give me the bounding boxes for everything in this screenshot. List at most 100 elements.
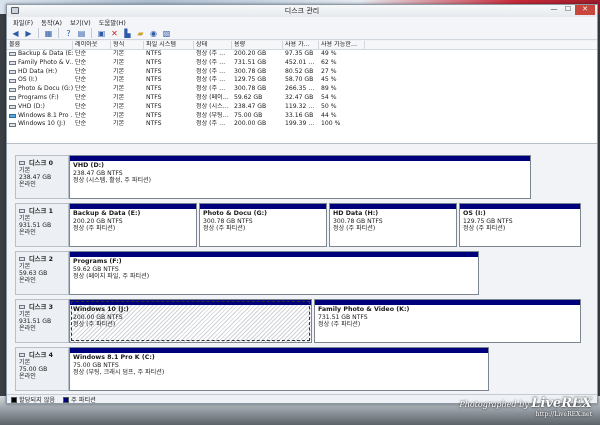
partition[interactable]: HD Data (H:) 300.78 GB NTFS 정상 (주 파티션): [329, 203, 457, 247]
menu-action[interactable]: 동작(A): [37, 18, 66, 27]
partition-size: 200.00 GB NTFS: [73, 314, 123, 321]
menu-help[interactable]: 도움말(H): [95, 18, 130, 27]
column-header-filesystem[interactable]: 파일 시스템: [144, 41, 194, 49]
volume-cell-status: 정상 (주 …: [196, 58, 226, 66]
volume-row[interactable]: Windows 10 (J:) 단순 기본 NTFS 정상 (주 … 200.00 GB 1…: [7, 120, 597, 129]
column-header-type[interactable]: 형식: [111, 41, 144, 49]
volume-cell-fs: NTFS: [146, 120, 162, 128]
volume-drive-icon: [9, 113, 16, 118]
legend-item: 주 파티션: [63, 395, 96, 403]
disk-size: 59.63 GB: [19, 270, 48, 277]
volume-cell-free: 199.39 …: [285, 120, 315, 128]
volume-cell-name: Windows 8.1 Pro …: [7, 112, 73, 121]
legend-item: 할당되지 않음: [11, 395, 56, 404]
volume-cell-free: 119.32 …: [285, 102, 315, 110]
volume-drive-icon: [9, 52, 16, 57]
disk-row: 디스크 1 기본 931.51 GB 온라인 Backup & Data (E:…: [15, 203, 589, 247]
properties-icon[interactable]: ▤: [76, 28, 87, 39]
help-icon[interactable]: ?: [63, 28, 74, 39]
volume-row[interactable]: VHD (D:) 단순 기본 NTFS 정상 (시스… 238.47 GB 119.32 ……: [7, 103, 597, 112]
open-icon[interactable]: ▙: [122, 28, 133, 39]
disk-state: 온라인: [19, 325, 36, 332]
column-header-percent-free[interactable]: 사용 가능한…: [319, 41, 365, 49]
search-icon[interactable]: ◉: [148, 28, 159, 39]
volume-cell-type: 기본: [113, 67, 125, 75]
menu-file[interactable]: 파일(F): [9, 18, 37, 27]
partition[interactable]: Windows 8.1 Pro K (C:) 75.00 GB NTFS 정상 …: [69, 347, 489, 391]
partition[interactable]: Programs (F:) 59.62 GB NTFS 정상 (페이지 파일, …: [69, 251, 479, 295]
volume-cell-fs: NTFS: [146, 102, 162, 110]
volume-cell-pct: 89 %: [321, 85, 337, 93]
column-header-volume[interactable]: 볼륨: [7, 41, 73, 49]
volume-cell-layout: 단순: [75, 120, 87, 128]
minimize-button[interactable]: —: [547, 5, 561, 15]
volume-cell-layout: 단순: [75, 111, 87, 119]
volume-drive-icon: [9, 96, 16, 101]
volume-cell-fs: NTFS: [146, 50, 162, 57]
volume-cell-fs: NTFS: [146, 111, 162, 119]
disk-label[interactable]: 디스크 1 기본 931.51 GB 온라인: [15, 203, 69, 247]
disk-label[interactable]: 디스크 4 기본 75.00 GB 온라인: [15, 347, 69, 391]
disk-partitions: Windows 10 (J:) 200.00 GB NTFS 정상 (주 파티션…: [69, 299, 589, 343]
volume-row[interactable]: HD Data (H:) 단순 기본 NTFS 정상 (주 … 300.78 GB 80.5…: [7, 68, 597, 77]
back-icon[interactable]: ◀: [10, 28, 21, 39]
volume-cell-pct: 44 %: [321, 111, 337, 119]
disk-label[interactable]: 디스크 0 기본 238.47 GB 온라인: [15, 155, 69, 199]
volume-row[interactable]: OS (I:) 단순 기본 NTFS 정상 (주 … 129.75 GB 58.70 GB 4…: [7, 76, 597, 85]
volume-row[interactable]: Family Photo & V… 단순 기본 NTFS 정상 (주 … 731.51 G…: [7, 59, 597, 68]
maximize-button[interactable]: ☐: [561, 5, 575, 15]
volume-cell-type: 기본: [113, 85, 125, 93]
partition-status: 정상 (주 파티션): [73, 225, 116, 232]
partition-status: 정상 (주 파티션): [203, 225, 246, 232]
volume-row[interactable]: Windows 8.1 Pro … 단순 기본 NTFS 정상 (부팅… 75.00 GB…: [7, 112, 597, 121]
partition[interactable]: Family Photo & Video (K:) 731.51 GB NTFS…: [314, 299, 581, 343]
volume-cell-layout: 단순: [75, 58, 87, 66]
volume-cell-layout: 단순: [75, 93, 87, 101]
column-header-capacity[interactable]: 용량: [232, 41, 283, 49]
volume-row[interactable]: Photo & Docu (G:) 단순 기본 NTFS 정상 (주 … 300.78 G…: [7, 85, 597, 94]
disk-state: 온라인: [19, 277, 36, 284]
disk-label[interactable]: 디스크 3 기본 931.51 GB 온라인: [15, 299, 69, 343]
column-header-status[interactable]: 상태: [194, 41, 232, 49]
volume-cell-pct: 49 %: [321, 50, 337, 57]
volume-cell-status: 정상 (주 …: [196, 50, 226, 57]
partition-size: 731.51 GB NTFS: [318, 314, 368, 321]
partition-name: Backup & Data (E:): [73, 210, 141, 217]
partition[interactable]: OS (I:) 129.75 GB NTFS 정상 (주 파티션): [459, 203, 581, 247]
volume-cell-fs: NTFS: [146, 67, 162, 75]
partition-selected[interactable]: Windows 10 (J:) 200.00 GB NTFS 정상 (주 파티션…: [69, 299, 312, 343]
partition-size: 59.62 GB NTFS: [73, 266, 119, 273]
partition-status: 정상 (부팅, 크래시 덤프, 주 파티션): [73, 369, 165, 376]
explore-icon[interactable]: ▰: [135, 28, 146, 39]
partition-size: 300.78 GB NTFS: [333, 218, 383, 225]
volume-name: OS (I:): [18, 76, 38, 84]
partition[interactable]: VHD (D:) 238.47 GB NTFS 정상 (시스템, 활성, 주 파…: [69, 155, 531, 199]
column-header-layout[interactable]: 레이아웃: [73, 41, 111, 49]
properties-page-icon[interactable]: ▣: [96, 28, 107, 39]
volume-name: HD Data (H:): [18, 67, 58, 75]
legend-label: 할당되지 않음: [19, 397, 56, 404]
rescan-icon[interactable]: ▧: [161, 28, 172, 39]
partition-size: 200.20 GB NTFS: [73, 218, 123, 225]
column-header-free-space[interactable]: 사용 가…: [283, 41, 319, 49]
delete-icon[interactable]: ✕: [109, 28, 120, 39]
partition[interactable]: Photo & Docu (G:) 300.78 GB NTFS 정상 (주 파…: [199, 203, 327, 247]
disk-icon: [19, 208, 25, 213]
forward-icon[interactable]: ▶: [23, 28, 34, 39]
volume-cell-name: Family Photo & V…: [7, 59, 73, 68]
volume-cell-layout: 단순: [75, 50, 87, 57]
volume-row[interactable]: Programs (F:) 단순 기본 NTFS 정상 (페이… 59.62 GB 32.4…: [7, 94, 597, 103]
menu-view[interactable]: 보기(V): [66, 18, 95, 27]
volume-cell-pct: 62 %: [321, 58, 337, 66]
disk-icon: [19, 304, 25, 309]
disk-icon: [19, 256, 25, 261]
volume-row[interactable]: Backup & Data (E:) 단순 기본 NTFS 정상 (주 … 200.20 …: [7, 50, 597, 59]
show-hide-tree-icon[interactable]: ▦: [43, 28, 54, 39]
volume-cell-capacity: 59.62 GB: [234, 93, 263, 101]
close-button[interactable]: ✕: [575, 5, 595, 15]
volume-cell-name: OS (I:): [7, 76, 73, 85]
partition[interactable]: Backup & Data (E:) 200.20 GB NTFS 정상 (주 …: [69, 203, 197, 247]
disk-label[interactable]: 디스크 2 기본 59.63 GB 온라인: [15, 251, 69, 295]
volume-cell-type: 기본: [113, 93, 125, 101]
volume-cell-fs: NTFS: [146, 58, 162, 66]
